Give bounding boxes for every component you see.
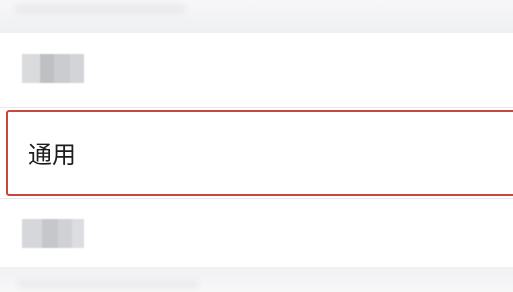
settings-row-redacted-top[interactable]	[0, 33, 513, 107]
top-section-gap	[0, 0, 513, 33]
row-divider	[0, 107, 513, 108]
settings-row-general[interactable]: 通用	[6, 110, 513, 196]
pixelated-label	[22, 54, 84, 83]
pixelated-label	[22, 219, 84, 248]
settings-screen: 通用	[0, 0, 513, 292]
settings-row-redacted-bottom[interactable]	[0, 199, 513, 267]
bottom-section-gap	[0, 267, 513, 292]
blurred-footer-text	[18, 280, 198, 288]
blurred-header-text	[15, 4, 185, 14]
settings-row-general-label: 通用	[28, 141, 76, 169]
